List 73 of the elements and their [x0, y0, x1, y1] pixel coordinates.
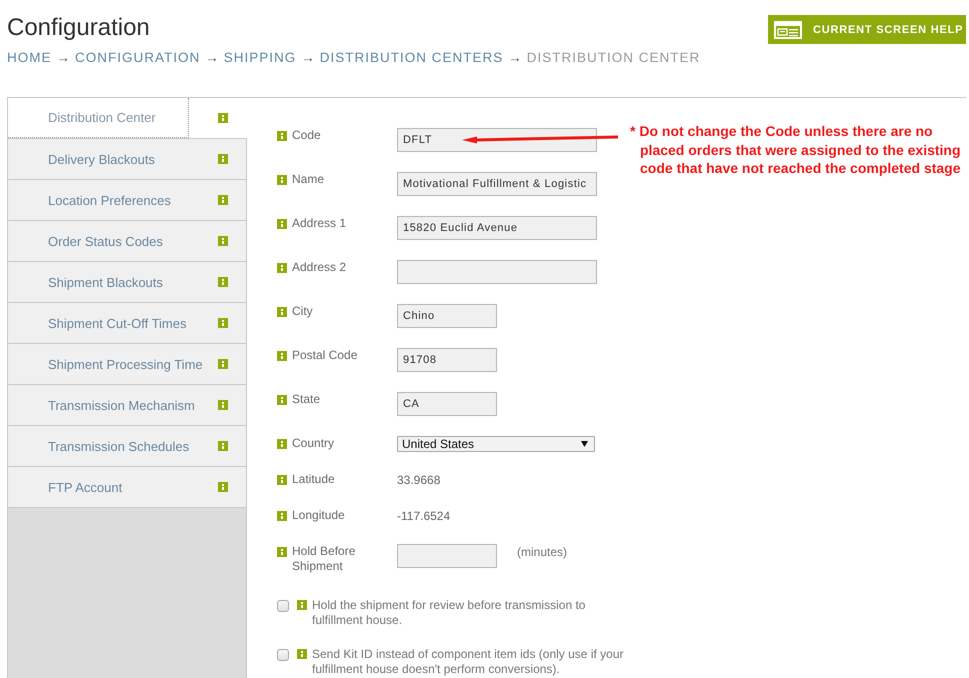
info-icon: [277, 263, 287, 273]
breadcrumb-link[interactable]: DISTRIBUTION CENTERS: [320, 49, 504, 67]
info-icon: [277, 175, 287, 185]
field-label: City: [292, 304, 313, 319]
info-icon: [218, 441, 228, 451]
info-icon: [277, 351, 287, 361]
breadcrumb-separator: →: [301, 49, 315, 67]
breadcrumb-separator: →: [508, 49, 522, 67]
sidebar-tab[interactable]: Location Preferences: [8, 179, 247, 220]
caret-icon: [581, 441, 588, 447]
help-button[interactable]: CURRENT SCREEN HELP: [768, 15, 966, 44]
text-field[interactable]: Motivational Fulfillment & Logistic: [397, 172, 597, 196]
text-field[interactable]: 91708: [397, 348, 497, 372]
annotation-note: * Do not change the Code unless there are no placed orders that were assigned to the existing code that have not reached the completed stage: [630, 122, 961, 178]
breadcrumb-current: DISTRIBUTION CENTER: [526, 49, 700, 67]
field-label: Code: [292, 128, 321, 143]
info-icon: [218, 482, 228, 492]
info-icon: [218, 400, 228, 410]
info-icon: [277, 547, 287, 557]
info-icon: [218, 359, 228, 369]
text-field[interactable]: Chino: [397, 304, 497, 328]
text-field[interactable]: CA: [397, 392, 497, 416]
sidebar-tab[interactable]: FTP Account: [8, 466, 247, 507]
sidebar-tab[interactable]: Shipment Blackouts: [8, 261, 247, 302]
sidebar-tab[interactable]: Transmission Mechanism: [8, 384, 247, 425]
page-title: Configuration: [7, 14, 151, 42]
info-icon: [218, 154, 228, 164]
unit-label: (minutes): [517, 545, 568, 559]
breadcrumb-separator: →: [56, 49, 70, 67]
text-field[interactable]: [397, 260, 597, 284]
field-label: Country: [292, 436, 334, 451]
breadcrumb-link[interactable]: HOME: [7, 49, 52, 67]
sidebar-tab[interactable]: Delivery Blackouts: [8, 138, 247, 179]
info-icon: [218, 113, 228, 123]
text-field[interactable]: 15820 Euclid Avenue: [397, 216, 597, 240]
field-label: Name: [292, 172, 324, 187]
field-label: Latitude: [292, 472, 335, 487]
checkbox[interactable]: [277, 649, 289, 661]
info-icon: [277, 395, 287, 405]
option-label: Hold the shipment for review before transmission to fulfillment house.: [312, 598, 586, 628]
field-label: State: [292, 392, 320, 407]
info-icon: [277, 475, 287, 485]
dropdown[interactable]: United States: [397, 436, 595, 452]
field-label: Postal Code: [292, 348, 358, 363]
sidebar-tab[interactable]: Shipment Cut-Off Times: [8, 302, 247, 343]
info-icon: [277, 307, 287, 317]
info-icon: [297, 600, 307, 610]
screen-icon: [774, 20, 802, 38]
field-label: Address 2: [292, 260, 346, 275]
info-icon: [218, 236, 228, 246]
breadcrumb-separator: →: [205, 49, 219, 67]
info-icon: [277, 511, 287, 521]
sidebar-tab[interactable]: Transmission Schedules: [8, 425, 247, 466]
text-field[interactable]: DFLT: [397, 128, 597, 152]
info-icon: [218, 277, 228, 287]
breadcrumb-link[interactable]: CONFIGURATION: [75, 49, 200, 67]
field-value: -117.6524: [397, 508, 450, 524]
text-field[interactable]: [397, 544, 497, 568]
sidebar-tab[interactable]: Shipment Processing Time: [8, 343, 247, 384]
info-icon: [218, 195, 228, 205]
option-label: Send Kit ID instead of component item ids (only use if your fulfillment house doesn't perform conversions).: [312, 647, 624, 677]
info-icon: [218, 318, 228, 328]
checkbox[interactable]: [277, 600, 289, 612]
info-icon: [277, 131, 287, 141]
field-label: Longitude: [292, 508, 345, 523]
info-icon: [277, 439, 287, 449]
field-label: Hold Before Shipment: [292, 544, 356, 574]
info-icon: [297, 649, 307, 659]
info-icon: [277, 219, 287, 229]
breadcrumb-link[interactable]: SHIPPING: [224, 49, 296, 67]
sidebar-tab[interactable]: Order Status Codes: [8, 220, 247, 261]
field-label: Address 1: [292, 216, 346, 231]
field-value: 33.9668: [397, 472, 440, 488]
